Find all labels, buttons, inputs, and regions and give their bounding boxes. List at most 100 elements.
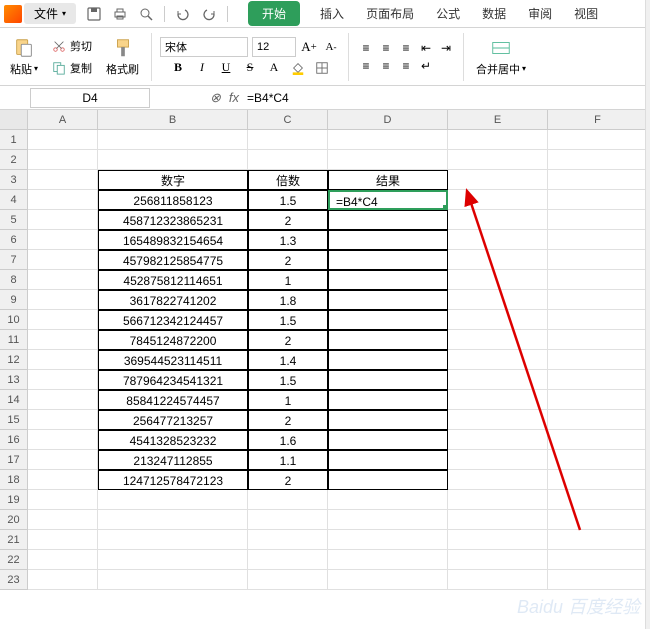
merge-center-button[interactable]: 合并居中▾ <box>472 35 530 79</box>
cell-F13[interactable] <box>548 370 648 390</box>
cell-C17[interactable]: 1.1 <box>248 450 328 470</box>
cell-E7[interactable] <box>448 250 548 270</box>
cell-C16[interactable]: 1.6 <box>248 430 328 450</box>
cell-C2[interactable] <box>248 150 328 170</box>
cell-C20[interactable] <box>248 510 328 530</box>
cell-D6[interactable] <box>328 230 448 250</box>
cell-A4[interactable] <box>28 190 98 210</box>
cell-D17[interactable] <box>328 450 448 470</box>
cell-A15[interactable] <box>28 410 98 430</box>
cell-E13[interactable] <box>448 370 548 390</box>
cell-B9[interactable]: 3617822741202 <box>98 290 248 310</box>
cell-F2[interactable] <box>548 150 648 170</box>
decrease-font-icon[interactable]: A- <box>322 38 340 56</box>
cell-B13[interactable]: 787964234541321 <box>98 370 248 390</box>
cell-A2[interactable] <box>28 150 98 170</box>
cell-B21[interactable] <box>98 530 248 550</box>
cell-A8[interactable] <box>28 270 98 290</box>
align-bottom-icon[interactable]: ≡ <box>397 40 415 56</box>
cell-D21[interactable] <box>328 530 448 550</box>
column-header[interactable]: A <box>28 110 98 129</box>
cell-A12[interactable] <box>28 350 98 370</box>
cell-A13[interactable] <box>28 370 98 390</box>
cell-C21[interactable] <box>248 530 328 550</box>
align-center-icon[interactable]: ≡ <box>377 58 395 74</box>
row-header[interactable]: 13 <box>0 370 28 390</box>
undo-icon[interactable] <box>175 6 191 22</box>
tab-home[interactable]: 开始 <box>248 1 300 26</box>
cell-D18[interactable] <box>328 470 448 490</box>
cell-A22[interactable] <box>28 550 98 570</box>
tab-view[interactable]: 视图 <box>572 1 600 26</box>
cell-E5[interactable] <box>448 210 548 230</box>
cell-F7[interactable] <box>548 250 648 270</box>
cell-E19[interactable] <box>448 490 548 510</box>
cell-E2[interactable] <box>448 150 548 170</box>
row-header[interactable]: 21 <box>0 530 28 550</box>
cell-C4[interactable]: 1.5 <box>248 190 328 210</box>
cell-B23[interactable] <box>98 570 248 590</box>
cell-F1[interactable] <box>548 130 648 150</box>
cell-F17[interactable] <box>548 450 648 470</box>
row-header[interactable]: 23 <box>0 570 28 590</box>
cell-E21[interactable] <box>448 530 548 550</box>
cell-E12[interactable] <box>448 350 548 370</box>
cell-C6[interactable]: 1.3 <box>248 230 328 250</box>
redo-icon[interactable] <box>201 6 217 22</box>
row-header[interactable]: 6 <box>0 230 28 250</box>
indent-decrease-icon[interactable]: ⇤ <box>417 40 435 56</box>
cell-B15[interactable]: 256477213257 <box>98 410 248 430</box>
cell-C23[interactable] <box>248 570 328 590</box>
row-header[interactable]: 8 <box>0 270 28 290</box>
cell-F15[interactable] <box>548 410 648 430</box>
cell-E17[interactable] <box>448 450 548 470</box>
name-box[interactable] <box>30 88 150 108</box>
copy-button[interactable]: 复制 <box>48 58 96 78</box>
cell-E10[interactable] <box>448 310 548 330</box>
cancel-icon[interactable]: ⊗ <box>210 90 221 106</box>
cell-B1[interactable] <box>98 130 248 150</box>
cell-B19[interactable] <box>98 490 248 510</box>
cell-F20[interactable] <box>548 510 648 530</box>
cell-B22[interactable] <box>98 550 248 570</box>
font-name-select[interactable] <box>160 37 248 57</box>
row-header[interactable]: 9 <box>0 290 28 310</box>
cell-F14[interactable] <box>548 390 648 410</box>
cell-F10[interactable] <box>548 310 648 330</box>
row-header[interactable]: 11 <box>0 330 28 350</box>
cell-B10[interactable]: 566712342124457 <box>98 310 248 330</box>
row-header[interactable]: 20 <box>0 510 28 530</box>
cell-D8[interactable] <box>328 270 448 290</box>
align-top-icon[interactable]: ≡ <box>357 40 375 56</box>
cell-E6[interactable] <box>448 230 548 250</box>
cell-C11[interactable]: 2 <box>248 330 328 350</box>
column-header[interactable]: C <box>248 110 328 129</box>
print-icon[interactable] <box>112 6 128 22</box>
cell-E11[interactable] <box>448 330 548 350</box>
row-header[interactable]: 19 <box>0 490 28 510</box>
cell-E4[interactable] <box>448 190 548 210</box>
cell-E3[interactable] <box>448 170 548 190</box>
row-header[interactable]: 3 <box>0 170 28 190</box>
cell-D11[interactable] <box>328 330 448 350</box>
font-color-button[interactable]: A <box>265 59 283 77</box>
cell-F18[interactable] <box>548 470 648 490</box>
cell-C1[interactable] <box>248 130 328 150</box>
row-header[interactable]: 22 <box>0 550 28 570</box>
cell-C5[interactable]: 2 <box>248 210 328 230</box>
paste-button[interactable]: 粘贴▾ <box>6 35 42 79</box>
row-header[interactable]: 14 <box>0 390 28 410</box>
cell-D13[interactable] <box>328 370 448 390</box>
cell-E9[interactable] <box>448 290 548 310</box>
cell-F6[interactable] <box>548 230 648 250</box>
vertical-scrollbar[interactable] <box>645 0 650 629</box>
tab-page-layout[interactable]: 页面布局 <box>364 1 416 26</box>
cell-B16[interactable]: 4541328523232 <box>98 430 248 450</box>
cell-E22[interactable] <box>448 550 548 570</box>
row-header[interactable]: 15 <box>0 410 28 430</box>
cell-C15[interactable]: 2 <box>248 410 328 430</box>
cell-B6[interactable]: 165489832154654 <box>98 230 248 250</box>
cell-E1[interactable] <box>448 130 548 150</box>
cell-A6[interactable] <box>28 230 98 250</box>
row-header[interactable]: 7 <box>0 250 28 270</box>
